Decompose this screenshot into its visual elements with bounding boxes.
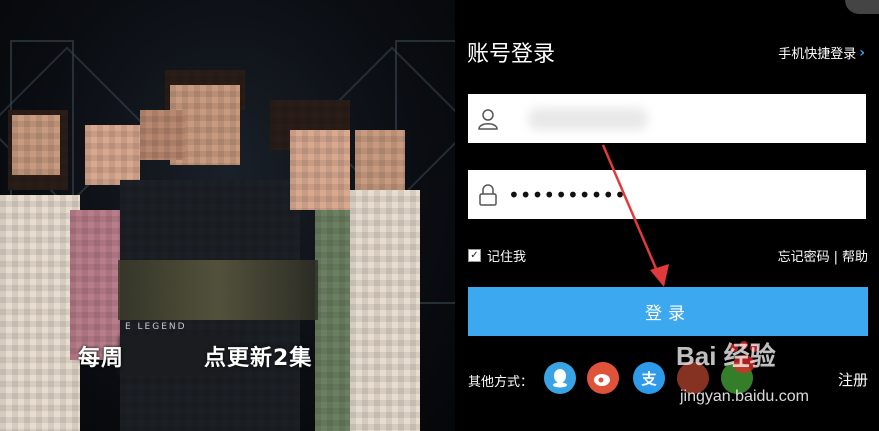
baidu-icon[interactable] <box>677 362 709 394</box>
figure-face <box>85 125 140 185</box>
figure-face <box>140 110 185 160</box>
phone-login-label: 手机快捷登录 <box>778 47 857 62</box>
qq-icon[interactable] <box>544 362 576 394</box>
remember-checkbox[interactable]: ✓ <box>468 249 481 262</box>
remember-label: 记住我 <box>487 250 527 265</box>
lock-icon <box>468 170 508 219</box>
figure-face <box>290 130 350 210</box>
banner-caption: 每周 点更新2集 <box>78 340 312 372</box>
figure <box>350 190 420 431</box>
other-methods-label: 其他方式： <box>468 375 534 390</box>
wechat-icon[interactable] <box>721 362 753 394</box>
forgot-password-link[interactable]: 忘记密码 <box>778 250 830 265</box>
banner-legend-text: E LEGEND <box>125 322 187 332</box>
username-field[interactable] <box>468 94 866 143</box>
phone-login-link[interactable]: 手机快捷登录 › <box>778 43 865 63</box>
help-link[interactable]: 帮助 <box>842 250 868 265</box>
figure <box>0 195 80 431</box>
user-icon <box>468 94 508 143</box>
remember-me[interactable]: ✓ 记住我 <box>468 246 526 265</box>
promo-banner[interactable]: E LEGEND 每周 点更新2集 <box>0 0 455 431</box>
figure-face <box>12 115 60 175</box>
chevron-right-icon: › <box>859 44 865 61</box>
banner-caption-left: 每周 <box>78 346 125 371</box>
link-separator: | <box>833 250 838 265</box>
forgot-help-links: 忘记密码 | 帮助 <box>778 246 868 265</box>
username-redaction <box>528 108 648 130</box>
login-panel: 账号登录 手机快捷登录 › •••••••••• ✓ 记住我 忘记密码 | 帮助 登… <box>455 0 879 431</box>
alipay-icon[interactable]: 支 <box>633 362 665 394</box>
banner-trophy <box>118 260 318 320</box>
password-field[interactable]: •••••••••• <box>468 170 866 219</box>
weibo-icon[interactable] <box>587 362 619 394</box>
login-title: 账号登录 <box>467 42 556 67</box>
login-button[interactable]: 登录 <box>468 287 868 336</box>
figure-face <box>355 130 405 190</box>
password-value[interactable]: •••••••••• <box>508 183 626 207</box>
banner-caption-right: 点更新2集 <box>204 346 313 371</box>
register-link[interactable]: 注册 <box>838 369 868 390</box>
